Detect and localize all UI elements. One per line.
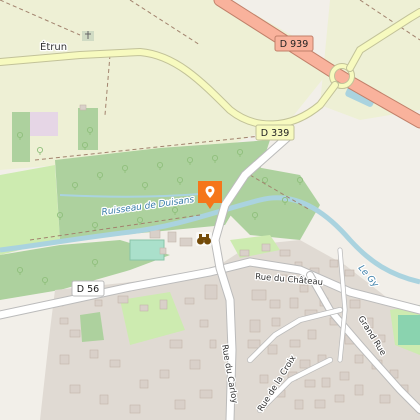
building: [307, 329, 317, 340]
building: [69, 384, 81, 394]
building: [109, 359, 121, 368]
building: [294, 399, 304, 410]
binoculars-icon[interactable]: [196, 232, 212, 246]
building: [271, 317, 281, 327]
sports-pitch: [129, 239, 165, 261]
building: [159, 369, 170, 379]
building: [59, 317, 69, 325]
building: [334, 394, 345, 403]
building: [174, 399, 186, 410]
building: [321, 377, 331, 388]
building: [261, 243, 271, 252]
building: [199, 389, 213, 399]
shield-d339: D 339: [255, 124, 295, 141]
building: [179, 237, 193, 247]
building: [94, 299, 103, 307]
building: [209, 339, 217, 349]
building: [251, 289, 267, 301]
building: [139, 379, 149, 389]
building: [159, 299, 168, 310]
building: [289, 339, 301, 348]
building: [99, 394, 109, 405]
map-view[interactable]: D 939 D 339 D 56 Étrun Ruisseau de Duisa…: [0, 0, 420, 420]
building: [247, 339, 261, 349]
building: [79, 104, 87, 111]
building: [289, 297, 299, 309]
building: [354, 384, 364, 396]
building: [159, 247, 167, 255]
building: [269, 299, 281, 309]
building: [139, 304, 149, 312]
building: [279, 249, 291, 257]
shield-d939: D 939: [274, 35, 314, 52]
pitch-east: [398, 315, 420, 345]
building: [169, 339, 183, 349]
building: [354, 354, 364, 364]
building: [259, 374, 269, 384]
building: [59, 354, 70, 365]
building: [199, 319, 209, 328]
building: [167, 231, 177, 243]
building: [239, 249, 250, 257]
chapel-icon: [82, 31, 94, 41]
field-patch-3: [30, 112, 58, 136]
building: [329, 259, 339, 268]
building: [189, 359, 201, 370]
building: [89, 349, 99, 359]
shield-d56-label: D 56: [77, 284, 99, 295]
building: [299, 359, 311, 369]
map-canvas[interactable]: D 939 D 339 D 56 Étrun Ruisseau de Duisa…: [0, 0, 420, 420]
building: [184, 297, 195, 305]
building: [117, 295, 129, 304]
building: [267, 344, 278, 355]
building: [204, 284, 218, 300]
building: [339, 371, 350, 381]
building: [344, 269, 355, 277]
building: [304, 379, 316, 388]
building: [379, 394, 391, 404]
shield-d56: D 56: [71, 280, 105, 297]
building: [314, 399, 326, 409]
shield-d339-label: D 339: [261, 128, 289, 139]
shield-d939-label: D 939: [280, 39, 308, 50]
building: [129, 404, 141, 414]
building: [249, 319, 261, 333]
building: [69, 329, 81, 338]
label-etrun: Étrun: [40, 40, 67, 53]
building: [349, 299, 361, 309]
village-green-4: [80, 312, 104, 342]
